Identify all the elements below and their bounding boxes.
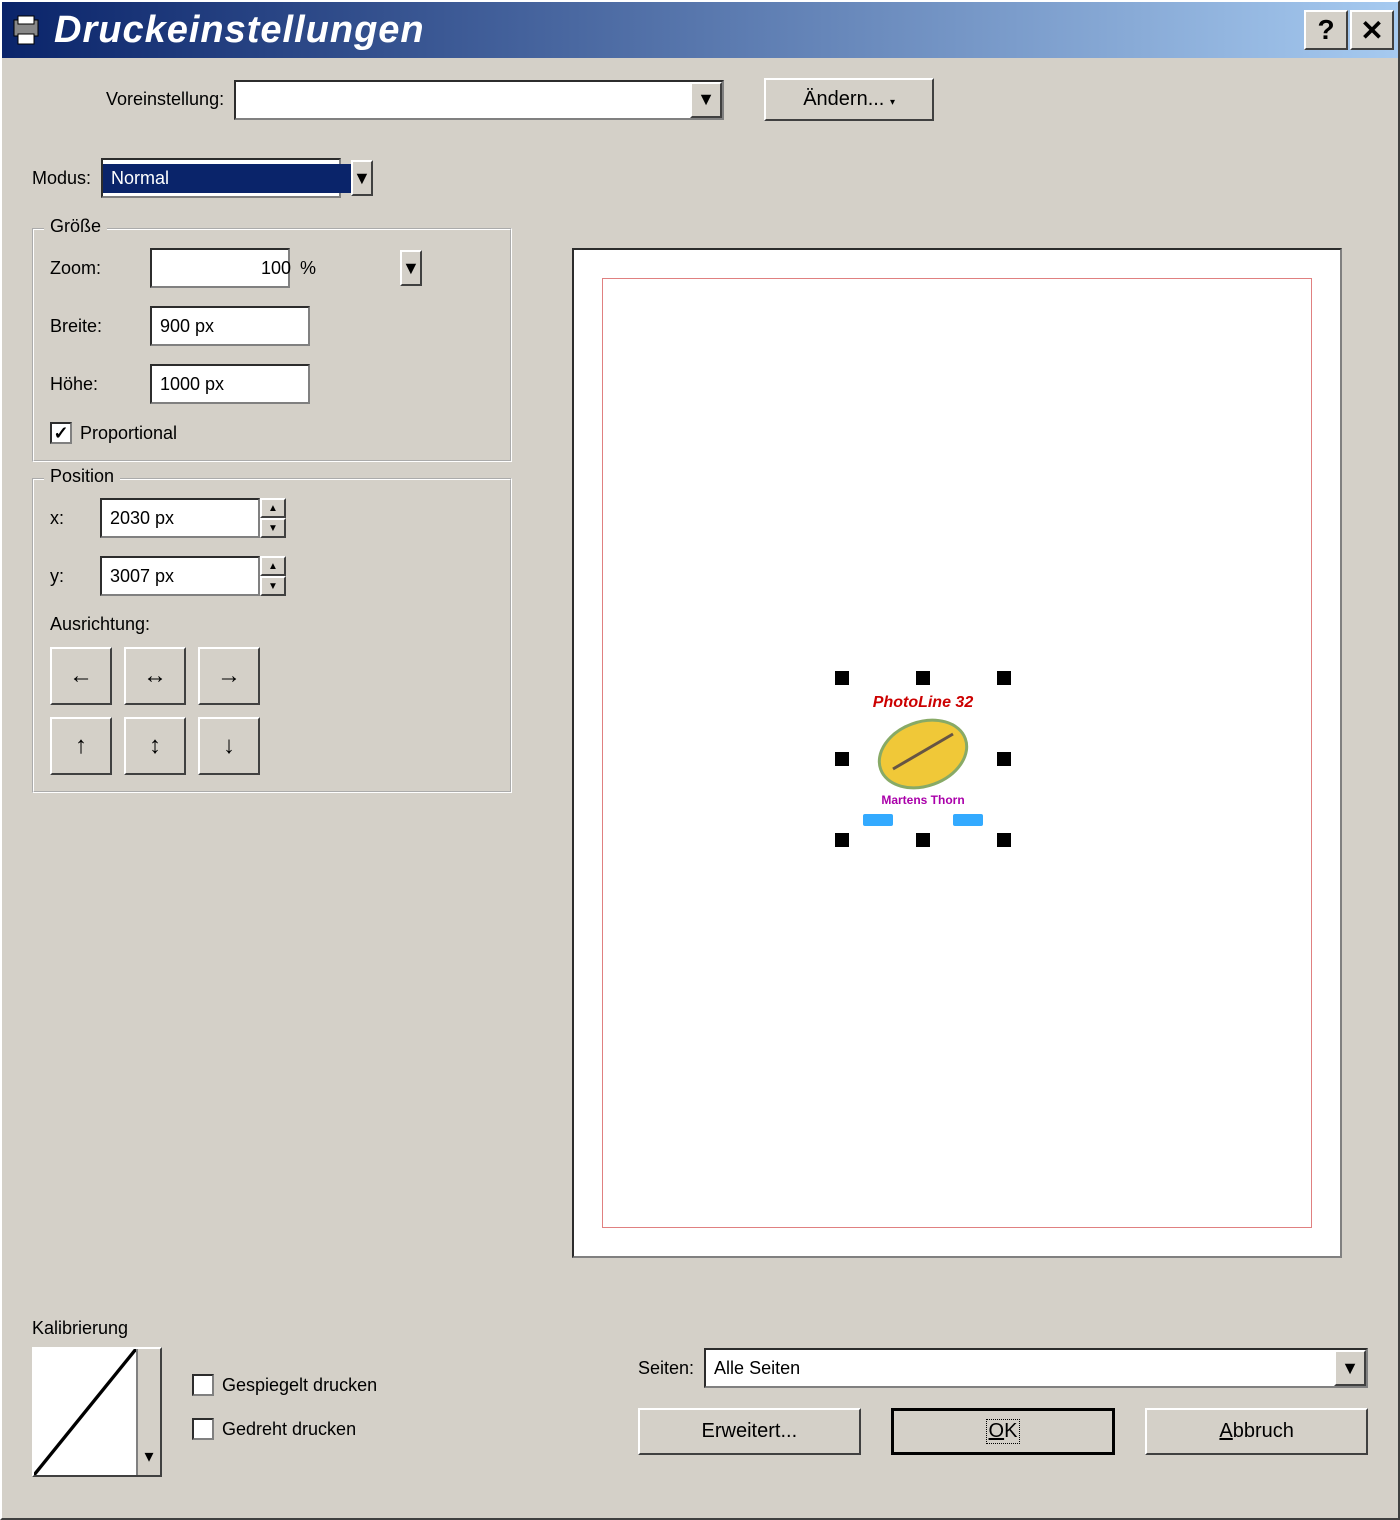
mirror-checkbox[interactable] bbox=[192, 1374, 214, 1396]
app-icon bbox=[6, 10, 46, 50]
width-input[interactable] bbox=[150, 306, 310, 346]
preset-combo[interactable]: ▼ bbox=[234, 80, 724, 120]
y-input[interactable] bbox=[100, 556, 260, 596]
calibration-curve[interactable]: ▾ bbox=[32, 1347, 162, 1477]
align-left-button[interactable]: ← bbox=[50, 647, 112, 705]
align-right-button[interactable]: → bbox=[198, 647, 260, 705]
mode-label: Modus: bbox=[32, 168, 91, 189]
align-bottom-button[interactable]: ↓ bbox=[198, 717, 260, 775]
height-input[interactable] bbox=[150, 364, 310, 404]
mirror-label: Gespiegelt drucken bbox=[222, 1375, 377, 1396]
proportional-checkbox[interactable] bbox=[50, 422, 72, 444]
preview-page: PhotoLine 32 Martens Thorn bbox=[602, 278, 1312, 1228]
preview-image[interactable]: PhotoLine 32 Martens Thorn bbox=[843, 679, 1003, 839]
chevron-down-icon: ▾ bbox=[890, 97, 895, 108]
width-label: Breite: bbox=[50, 316, 140, 337]
y-label: y: bbox=[50, 566, 90, 587]
align-center-h-button[interactable]: ↔ bbox=[124, 647, 186, 705]
position-legend: Position bbox=[44, 466, 120, 487]
preset-dropdown-button[interactable]: ▼ bbox=[690, 82, 722, 118]
cancel-button[interactable]: Abbruch bbox=[1145, 1408, 1368, 1455]
help-button[interactable]: ? bbox=[1304, 10, 1348, 50]
pages-label: Seiten: bbox=[638, 1358, 694, 1379]
x-label: x: bbox=[50, 508, 90, 529]
print-settings-dialog: Druckeinstellungen ? ✕ Voreinstellung: ▼… bbox=[0, 0, 1400, 1520]
zoom-label: Zoom: bbox=[50, 258, 140, 279]
position-group: Position x: ▲ ▼ y: bbox=[32, 478, 512, 793]
x-spin-up[interactable]: ▲ bbox=[260, 498, 286, 518]
ok-button[interactable]: OK bbox=[891, 1408, 1116, 1455]
rotate-label: Gedreht drucken bbox=[222, 1419, 356, 1440]
pages-combo[interactable]: ▼ bbox=[704, 1348, 1368, 1388]
pages-dropdown-button[interactable]: ▼ bbox=[1334, 1350, 1366, 1386]
advanced-button[interactable]: Erweitert... bbox=[638, 1408, 861, 1455]
align-center-v-button[interactable]: ↕ bbox=[124, 717, 186, 775]
y-spin-down[interactable]: ▼ bbox=[260, 576, 286, 596]
close-button[interactable]: ✕ bbox=[1350, 10, 1394, 50]
mode-input[interactable] bbox=[103, 164, 351, 193]
zoom-combo[interactable]: ▼ bbox=[150, 248, 290, 288]
align-top-button[interactable]: ↑ bbox=[50, 717, 112, 775]
window-title: Druckeinstellungen bbox=[54, 9, 1304, 52]
svg-text:Martens Thorn: Martens Thorn bbox=[881, 793, 964, 807]
zoom-input[interactable] bbox=[152, 254, 400, 283]
height-label: Höhe: bbox=[50, 374, 140, 395]
x-input[interactable] bbox=[100, 498, 260, 538]
proportional-label: Proportional bbox=[80, 423, 177, 444]
titlebar: Druckeinstellungen ? ✕ bbox=[2, 2, 1398, 58]
zoom-unit: % bbox=[300, 258, 316, 279]
x-spin-down[interactable]: ▼ bbox=[260, 518, 286, 538]
y-spin-up[interactable]: ▲ bbox=[260, 556, 286, 576]
zoom-dropdown-button[interactable]: ▼ bbox=[400, 250, 422, 286]
print-preview[interactable]: PhotoLine 32 Martens Thorn bbox=[572, 248, 1342, 1258]
pages-input[interactable] bbox=[706, 1354, 1334, 1383]
mode-combo[interactable]: ▼ bbox=[101, 158, 341, 198]
calibration-dropdown-button[interactable]: ▾ bbox=[136, 1349, 160, 1475]
calibration-label: Kalibrierung bbox=[32, 1318, 162, 1339]
rotate-checkbox[interactable] bbox=[192, 1418, 214, 1440]
svg-text:PhotoLine 32: PhotoLine 32 bbox=[873, 694, 974, 711]
change-preset-button[interactable]: Ändern... ▾ bbox=[764, 78, 934, 121]
preset-label: Voreinstellung: bbox=[106, 89, 224, 110]
size-legend: Größe bbox=[44, 216, 107, 237]
size-group: Größe Zoom: ▼ % Breite: Höhe: bbox=[32, 228, 512, 462]
preset-input[interactable] bbox=[236, 85, 690, 114]
mode-dropdown-button[interactable]: ▼ bbox=[351, 160, 373, 196]
alignment-label: Ausrichtung: bbox=[50, 614, 150, 634]
